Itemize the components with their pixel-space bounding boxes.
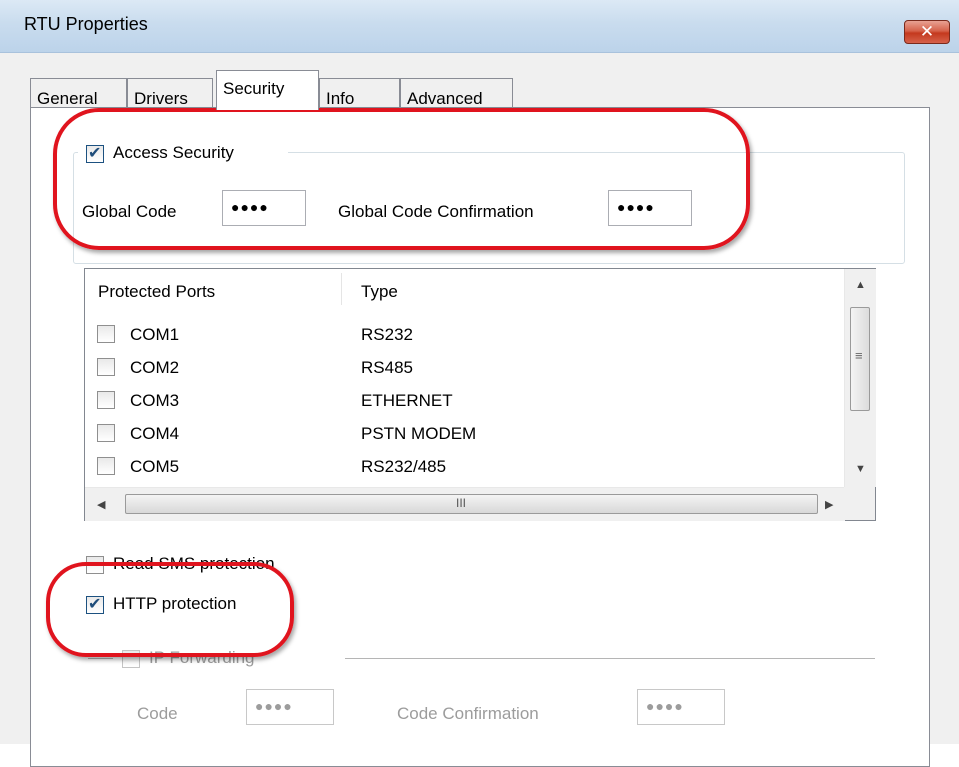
tab-label: Drivers: [134, 89, 188, 108]
port-name: COM4: [130, 424, 180, 443]
annotation-oval-http-protection: [46, 562, 294, 657]
scroll-down-icon[interactable]: ▼: [855, 463, 866, 475]
annotation-oval-access-security: [53, 108, 750, 250]
table-row[interactable]: COM2 RS485: [85, 353, 844, 381]
groupbox-border: [88, 658, 113, 659]
tab-advanced[interactable]: Advanced: [400, 78, 513, 108]
port-type: PSTN MODEM: [361, 424, 477, 443]
port-checkbox[interactable]: [97, 457, 115, 475]
scroll-right-icon[interactable]: ▶: [825, 498, 833, 511]
port-checkbox[interactable]: [97, 358, 115, 376]
code-label: Code: [137, 704, 178, 723]
column-header-type[interactable]: Type: [361, 282, 398, 302]
scroll-up-icon[interactable]: ▲: [855, 279, 866, 291]
vertical-scrollbar[interactable]: ▲ ≡ ▼: [844, 269, 876, 487]
port-type: RS485: [361, 358, 413, 377]
grip-icon: ≡: [855, 348, 863, 363]
port-name: COM5: [130, 457, 180, 476]
code-confirmation-input[interactable]: ●●●●: [637, 689, 725, 725]
window-title: RTU Properties: [24, 14, 148, 34]
list-header: Protected Ports Type: [85, 269, 845, 309]
port-checkbox[interactable]: [97, 391, 115, 409]
scroll-left-icon[interactable]: ◀: [97, 498, 105, 511]
tab-label: Info: [326, 89, 355, 108]
port-type: RS232: [361, 325, 413, 344]
port-name: COM2: [130, 358, 180, 377]
tab-drivers[interactable]: Drivers: [127, 78, 213, 108]
tab-security[interactable]: Security: [216, 70, 319, 110]
port-checkbox[interactable]: [97, 424, 115, 442]
port-name: COM3: [130, 391, 180, 410]
table-row[interactable]: COM3 ETHERNET: [85, 386, 844, 414]
table-row[interactable]: COM5 RS232/485: [85, 452, 844, 480]
tab-info[interactable]: Info: [319, 78, 400, 108]
groupbox-border: [345, 658, 875, 659]
code-input[interactable]: ●●●●: [246, 689, 334, 725]
port-checkbox[interactable]: [97, 325, 115, 343]
scrollbar-corner: [844, 487, 875, 520]
tab-label: Security: [223, 79, 285, 98]
tab-general[interactable]: General: [30, 78, 127, 108]
horizontal-scrollbar[interactable]: ◀ III ▶: [85, 487, 845, 521]
code-confirmation-label: Code Confirmation: [397, 704, 539, 723]
close-icon: ✕: [919, 22, 935, 41]
tab-label: General: [37, 89, 98, 108]
column-header-protected-ports[interactable]: Protected Ports: [98, 282, 215, 302]
port-type: RS232/485: [361, 457, 447, 476]
vertical-scroll-thumb[interactable]: ≡: [850, 307, 870, 411]
tab-label: Advanced: [407, 89, 483, 108]
port-type: ETHERNET: [361, 391, 453, 410]
title-bar: RTU Properties ✕: [0, 0, 959, 53]
close-button[interactable]: ✕: [904, 20, 950, 44]
horizontal-scroll-thumb[interactable]: III: [125, 494, 818, 514]
protected-ports-listview[interactable]: Protected Ports Type COM1 RS232 COM2 RS4…: [84, 268, 876, 521]
table-row[interactable]: COM4 PSTN MODEM: [85, 419, 844, 447]
table-row[interactable]: COM1 RS232: [85, 320, 844, 348]
rtu-properties-dialog: RTU Properties ✕ General Drivers Info Ad…: [0, 0, 959, 767]
port-name: COM1: [130, 325, 180, 344]
column-divider[interactable]: [341, 273, 342, 305]
grip-icon: III: [456, 496, 467, 510]
